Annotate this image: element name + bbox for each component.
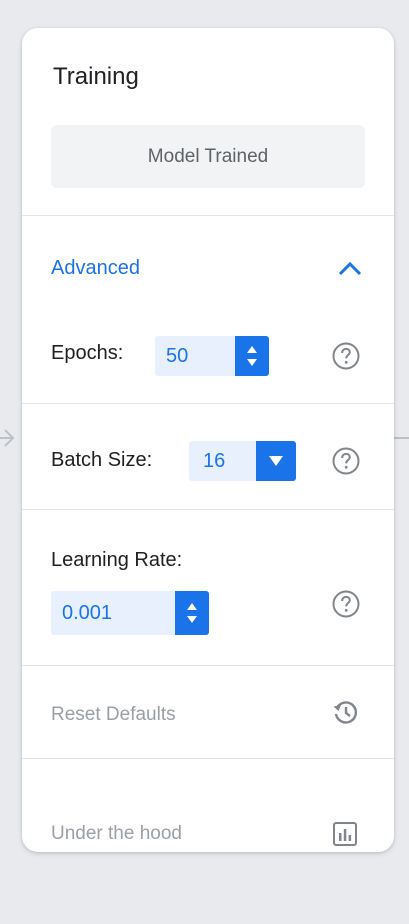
epochs-spin-button[interactable] <box>235 336 269 376</box>
learning-rate-label: Learning Rate: <box>51 549 183 571</box>
help-circle-icon[interactable] <box>331 589 361 619</box>
panel-title: Training <box>53 63 139 90</box>
caret-down-icon <box>269 456 283 466</box>
connector-line-right <box>394 437 409 439</box>
divider <box>22 403 394 404</box>
reset-defaults-button[interactable]: Reset Defaults <box>51 704 176 726</box>
epochs-label: Epochs: <box>51 342 124 364</box>
divider <box>22 215 394 216</box>
history-icon[interactable] <box>331 698 359 726</box>
batch-size-label: Batch Size: <box>51 449 153 471</box>
connector-arrow-icon <box>4 429 15 447</box>
learning-rate-stepper[interactable]: 0.001 <box>51 591 209 635</box>
help-circle-icon[interactable] <box>331 341 361 371</box>
spin-arrows-icon <box>187 603 197 623</box>
bar-chart-icon[interactable] <box>331 820 359 848</box>
divider <box>22 665 394 666</box>
model-trained-button[interactable]: Model Trained <box>51 125 365 188</box>
learning-rate-spin-button[interactable] <box>175 591 209 635</box>
under-the-hood-button[interactable]: Under the hood <box>51 823 182 845</box>
chevron-up-icon[interactable] <box>335 254 365 284</box>
training-panel: Training Model Trained Advanced Epochs: … <box>22 28 394 852</box>
batch-size-dropdown-button[interactable] <box>256 441 296 481</box>
epochs-stepper[interactable]: 50 <box>155 336 269 376</box>
divider <box>22 509 394 510</box>
divider <box>22 758 394 759</box>
batch-size-select[interactable]: 16 <box>189 441 296 481</box>
help-circle-icon[interactable] <box>331 446 361 476</box>
spin-arrows-icon <box>247 346 257 366</box>
advanced-section-toggle[interactable]: Advanced <box>51 257 140 280</box>
